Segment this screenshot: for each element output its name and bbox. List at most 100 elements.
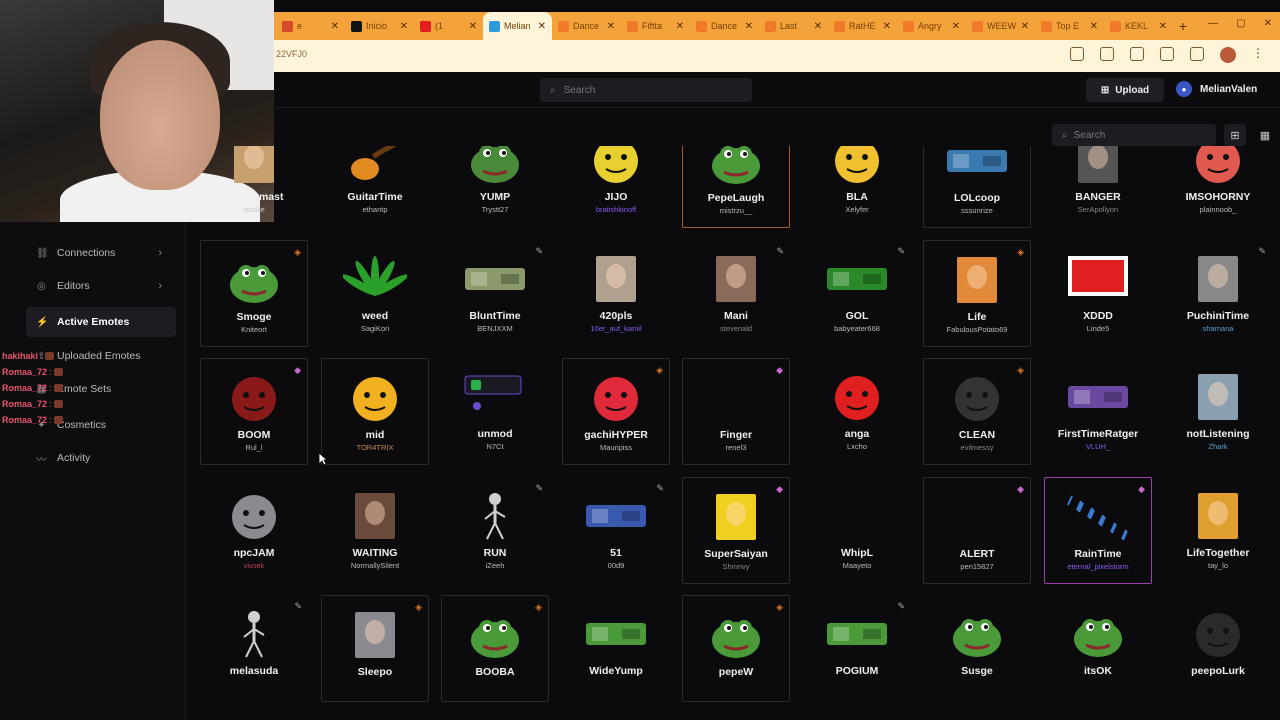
new-tab-button[interactable]: + [1173,12,1193,40]
emote-card[interactable]: GuitarTime ethantp [321,146,429,228]
tab-close-icon[interactable]: ✕ [1090,21,1098,32]
tab-close-icon[interactable]: ✕ [814,21,822,32]
emote-name: GuitarTime [347,191,403,203]
emote-card[interactable]: Ballestmast stodlie [200,146,308,228]
emote-card[interactable]: XDDD Linde5 [1044,240,1152,347]
emote-card[interactable]: FirstTimeRatger VLUH_ [1044,358,1152,465]
emote-card[interactable]: Smoge Kniteort ◈ [200,240,308,347]
media-icon[interactable] [1160,47,1174,61]
url-text[interactable]: 22VFJ0 [276,49,307,59]
emote-card[interactable]: LifeTogether tay_lo [1164,477,1272,584]
emote-card[interactable]: CLEAN evilmessy ◈ [923,358,1031,465]
browser-tab[interactable]: Top E ✕ [1035,12,1104,40]
emote-card[interactable]: RUN iZeeh ✎ [441,477,549,584]
upload-button[interactable]: ⊞ Upload [1086,78,1164,102]
browser-tab[interactable]: Fiftta ✕ [621,12,690,40]
emote-card[interactable]: PuchiniTime shamana ✎ [1164,240,1272,347]
emote-card[interactable]: BluntTime BENJXXM ✎ [441,240,549,347]
bookmark-star-icon[interactable] [1100,47,1114,61]
emote-card[interactable]: BANGER SerApollyon [1044,146,1152,228]
browser-tab[interactable]: Dance ✕ [690,12,759,40]
emote-card[interactable]: Finger renel3 ◆ [682,358,790,465]
emote-card[interactable]: Life FabulousPotato69 ◈ [923,240,1031,347]
browser-tab[interactable]: RatHE ✕ [828,12,897,40]
browser-tab[interactable]: (1 ✕ [414,12,483,40]
emote-author: sssunrize [961,206,993,215]
emote-card[interactable]: Susge [923,595,1031,702]
emote-card[interactable]: POGIUM ✎ [803,595,911,702]
user-menu[interactable]: ● MelianValen [1176,81,1257,97]
emote-card[interactable]: BOOM Rul_l ◆ [200,358,308,465]
browser-tab[interactable]: Inicio ✕ [345,12,414,40]
emote-card[interactable]: gachiHYPER Mauripiss ◈ [562,358,670,465]
emote-name: 420pls [599,310,633,322]
translate-icon[interactable] [1070,47,1084,61]
browser-tab[interactable]: KEKL ✕ [1104,12,1173,40]
emote-card[interactable]: JIJO bratishkinoff [562,146,670,228]
grid-view-button[interactable]: ⊞ [1224,124,1246,146]
search-icon: ⌕ [1062,129,1068,141]
emote-card[interactable]: WideYump [562,595,670,702]
maximize-icon[interactable]: ▢ [1236,18,1245,29]
emote-card[interactable]: unmod N7Ct [441,358,549,465]
sidebar-item-connections[interactable]: ⛓ Connections › [26,238,176,268]
emote-card[interactable]: BOOBA ◈ [441,595,549,702]
emote-card[interactable]: WAITING NormallySilent [321,477,429,584]
tab-close-icon[interactable]: ✕ [1021,21,1029,32]
sidebar-item-editors[interactable]: ◎ Editors › [26,271,176,301]
emote-card[interactable]: notListening Zhark [1164,358,1272,465]
browser-tab[interactable]: e ✕ [276,12,345,40]
tab-close-icon[interactable]: ✕ [1159,21,1167,32]
emote-name: Sleepo [357,666,393,678]
emote-card[interactable]: 420pls 10er_auf_kamil [562,240,670,347]
emote-card[interactable]: Sleepo ◈ [321,595,429,702]
emote-card[interactable]: mid TOR4TRIX [321,358,429,465]
sidebar-panel-icon[interactable] [1190,47,1204,61]
emote-card[interactable]: 51 00d9 ✎ [562,477,670,584]
emote-card[interactable]: melasuda ✎ [200,595,308,702]
close-window-icon[interactable]: ✕ [1264,18,1272,29]
browser-tab[interactable]: Dance ✕ [552,12,621,40]
emote-card[interactable]: Mani stevenald ✎ [682,240,790,347]
compact-view-button[interactable]: ▦ [1254,124,1276,146]
emote-card[interactable]: IMSOHORNY plainnoob_ [1164,146,1272,228]
tab-close-icon[interactable]: ✕ [676,21,684,32]
emote-card[interactable]: LOLcoopsssunrize✎ [923,146,1031,228]
browser-tab[interactable]: Angry ✕ [897,12,966,40]
browser-tab[interactable]: WEEW ✕ [966,12,1035,40]
browser-tab[interactable]: Melian ✕ [483,12,552,40]
browser-tab[interactable]: Last ✕ [759,12,828,40]
tab-close-icon[interactable]: ✕ [607,21,615,32]
emote-card[interactable]: BLAXelyfer✎ [803,146,911,228]
emote-card[interactable]: pepeW ◈ [682,595,790,702]
tab-close-icon[interactable]: ✕ [331,21,339,32]
tab-close-icon[interactable]: ✕ [538,21,546,32]
chat-emote [53,368,63,376]
emote-card[interactable]: peepoLurk [1164,595,1272,702]
emote-card[interactable]: ALERT pen15827 ◆ [923,477,1031,584]
tab-close-icon[interactable]: ✕ [952,21,960,32]
fire-icon: ◈ [776,602,783,612]
tab-close-icon[interactable]: ✕ [400,21,408,32]
emote-card[interactable]: GOL babyeater668 ✎ [803,240,911,347]
sidebar-item-active-emotes[interactable]: ⚡ Active Emotes [26,307,176,337]
emote-card[interactable]: WhipL Maayeto [803,477,911,584]
emote-card[interactable]: weed SagiKori [321,240,429,347]
tab-close-icon[interactable]: ✕ [883,21,891,32]
tab-close-icon[interactable]: ✕ [469,21,477,32]
tab-close-icon[interactable]: ✕ [745,21,753,32]
extensions-icon[interactable] [1130,47,1144,61]
emote-search-input[interactable]: ⌕ Search [1052,124,1216,146]
emote-card[interactable]: anga Lxcho [803,358,911,465]
global-search-input[interactable]: ⌕ Search [540,78,752,102]
emote-card[interactable]: PepeLaughmistrzu__✎ [682,146,790,228]
minimize-icon[interactable]: — [1208,18,1218,29]
profile-avatar[interactable] [1220,47,1236,63]
emote-card[interactable]: RainTime eternal_pixelstorm ◆ [1044,477,1152,584]
emote-card[interactable]: npcJAM vivsek [200,477,308,584]
menu-kebab-icon[interactable]: ⋮ [1252,47,1266,61]
emote-card[interactable]: YUMP Trystt27 [441,146,549,228]
emote-card[interactable]: SuperSaiyan Shmnvy ◆ [682,477,790,584]
sidebar-item-activity[interactable]: 〰 Activity [26,443,176,473]
emote-card[interactable]: itsOK [1044,595,1152,702]
